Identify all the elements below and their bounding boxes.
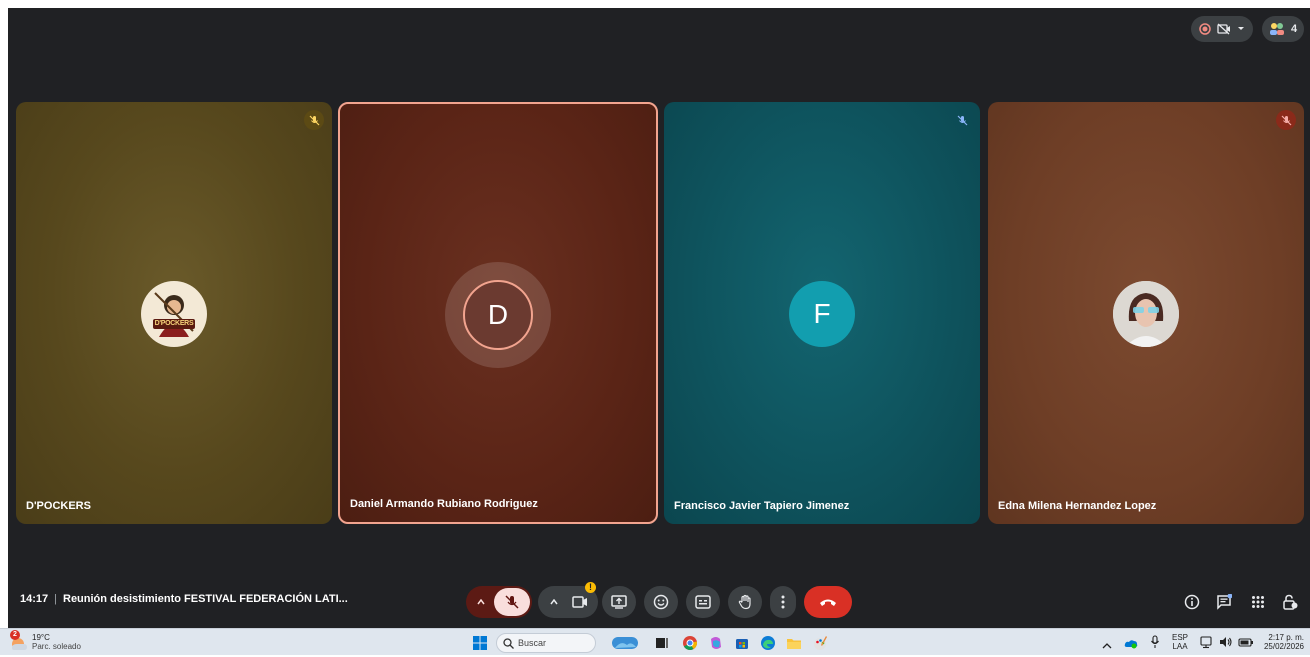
more-vert-icon xyxy=(781,595,785,609)
avatar-photo xyxy=(1113,281,1179,347)
chevron-up-icon xyxy=(477,599,485,605)
file-explorer-button[interactable] xyxy=(784,633,804,653)
person-photo-icon xyxy=(1113,281,1179,347)
screen: 4 D'POCKERS D'POCKERS D Daniel Armando R… xyxy=(0,0,1310,655)
mic-options-button[interactable] xyxy=(468,586,494,618)
more-options-button[interactable] xyxy=(770,586,796,618)
participant-count: 4 xyxy=(1291,23,1298,35)
store-icon xyxy=(736,639,748,649)
battery-icon xyxy=(1238,638,1253,647)
chevron-up-icon xyxy=(550,599,558,605)
participant-tile-1[interactable]: D'POCKERS D'POCKERS xyxy=(16,102,332,524)
chrome-icon xyxy=(683,636,698,650)
mic-off-icon xyxy=(1276,110,1296,130)
windows-icon xyxy=(473,636,487,650)
call-end-icon xyxy=(820,599,836,606)
edge-button[interactable] xyxy=(758,633,778,653)
weather-desc: Parc. soleado xyxy=(32,642,81,651)
onedrive-icon[interactable] xyxy=(1124,636,1138,654)
copilot-icon xyxy=(711,637,721,649)
weather-widget[interactable]: 2 19°C Parc. soleado xyxy=(8,630,81,652)
mic-toggle-button[interactable] xyxy=(494,588,530,616)
participant-name: Edna Milena Hernandez Lopez xyxy=(998,500,1157,512)
chat-icon xyxy=(1217,594,1232,610)
participant-tile-4[interactable]: Edna Milena Hernandez Lopez xyxy=(988,102,1304,524)
store-button[interactable] xyxy=(732,633,752,653)
closed-caption-icon xyxy=(695,595,711,609)
chrome-button[interactable] xyxy=(680,633,700,653)
captions-button[interactable] xyxy=(686,586,720,618)
participants-pill[interactable]: 4 xyxy=(1262,16,1305,42)
weather-temp: 19°C xyxy=(32,633,50,642)
language-indicator[interactable]: ESP LAA xyxy=(1172,633,1188,651)
palette-icon xyxy=(814,636,827,650)
emoji-icon xyxy=(653,594,669,610)
camera-warning-badge: ! xyxy=(585,582,596,593)
participant-tile-3[interactable]: F Francisco Javier Tapiero Jimenez xyxy=(664,102,980,524)
chevron-down-icon xyxy=(1237,26,1245,32)
clock-time: 2:17 p. m. xyxy=(1268,633,1304,642)
meeting-details-button[interactable] xyxy=(1180,590,1204,614)
reactions-button[interactable] xyxy=(644,586,678,618)
search-placeholder: Buscar xyxy=(518,638,547,648)
mic-off-icon xyxy=(505,595,519,609)
edge-icon xyxy=(761,636,775,650)
network-icon xyxy=(1200,636,1212,649)
hand-icon xyxy=(738,594,751,610)
folder-icon xyxy=(787,639,801,649)
present-to-all-icon xyxy=(611,595,627,609)
host-controls-button[interactable] xyxy=(1278,590,1302,614)
widget-landscape-icon xyxy=(612,637,638,649)
apps-grid-icon xyxy=(1252,596,1264,608)
leave-call-button[interactable] xyxy=(804,586,852,618)
record-icon xyxy=(1199,23,1211,35)
info-icon xyxy=(1184,594,1200,610)
taskbar-clock[interactable]: 2:17 p. m. 25/02/2026 xyxy=(1254,633,1304,651)
separator: | xyxy=(54,593,57,605)
meeting-time: 14:17 xyxy=(20,593,49,605)
weather-sun-icon: 2 xyxy=(8,630,28,652)
avatar-initial: D xyxy=(463,280,533,350)
lock-person-icon xyxy=(1283,594,1298,610)
avatar-dpockers: D'POCKERS xyxy=(141,281,207,347)
task-view-icon xyxy=(656,638,668,648)
participant-tile-2[interactable]: D Daniel Armando Rubiano Rodriguez xyxy=(338,102,658,524)
participant-name: D'POCKERS xyxy=(26,500,91,512)
mic-off-icon xyxy=(304,110,324,130)
recording-camera-pill[interactable] xyxy=(1191,16,1253,42)
raise-hand-button[interactable] xyxy=(728,586,762,618)
present-screen-button[interactable] xyxy=(602,586,636,618)
avatar-initial: F xyxy=(789,281,855,347)
camera-toggle-button[interactable]: ! xyxy=(566,582,596,618)
people-icon xyxy=(1269,22,1285,36)
task-view-button[interactable] xyxy=(652,633,672,653)
mic-off-icon xyxy=(952,110,972,130)
taskbar: 2 19°C Parc. soleado Buscar ESP LAA 2:17… xyxy=(0,628,1310,655)
quick-settings[interactable] xyxy=(1200,635,1254,649)
copilot-button[interactable] xyxy=(706,633,726,653)
participant-name: Daniel Armando Rubiano Rodriguez xyxy=(350,498,538,510)
mic-control-group xyxy=(466,586,532,618)
participant-name: Francisco Javier Tapiero Jimenez xyxy=(674,500,850,512)
microphone-tray-icon[interactable] xyxy=(1150,635,1160,654)
dpockers-logo-icon xyxy=(153,292,195,337)
chat-button[interactable] xyxy=(1212,590,1236,614)
camera-off-icon xyxy=(1217,23,1231,35)
paint-app-button[interactable] xyxy=(810,633,830,653)
videocam-icon xyxy=(572,596,587,608)
activities-button[interactable] xyxy=(1246,590,1270,614)
volume-icon xyxy=(1220,637,1232,647)
meeting-title: Reunión desistimiento FESTIVAL FEDERACIÓ… xyxy=(63,593,348,605)
camera-control-group: ! xyxy=(538,582,598,618)
weather-alert-badge: 2 xyxy=(10,630,20,640)
meeting-info: 14:17 | Reunión desistimiento FESTIVAL F… xyxy=(20,593,348,605)
tray-overflow-icon[interactable] xyxy=(1102,637,1112,655)
copilot-app-button[interactable] xyxy=(610,633,640,653)
start-button[interactable] xyxy=(470,633,490,653)
meet-window: 4 D'POCKERS D'POCKERS D Daniel Armando R… xyxy=(8,8,1310,628)
camera-options-button[interactable] xyxy=(542,586,566,618)
taskbar-search[interactable]: Buscar xyxy=(496,633,596,653)
search-icon xyxy=(503,637,514,649)
clock-date: 25/02/2026 xyxy=(1263,642,1304,651)
